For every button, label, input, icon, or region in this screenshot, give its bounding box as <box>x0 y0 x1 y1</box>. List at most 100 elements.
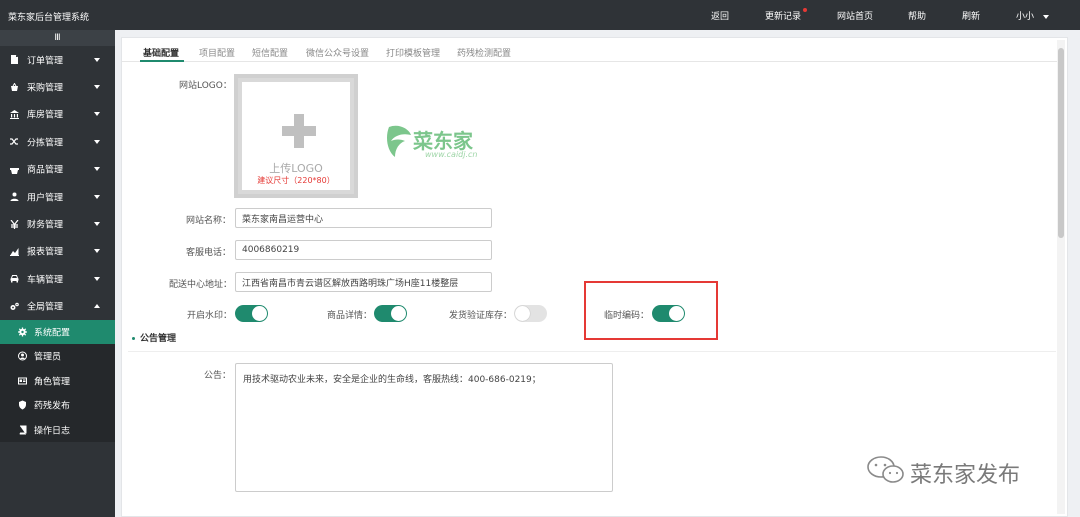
sidebar-item-label: 商品管理 <box>27 165 64 176</box>
stock-verify-toggle[interactable] <box>514 305 547 322</box>
watermark-toggle-label: 开启水印： <box>187 311 233 321</box>
car-icon <box>9 274 19 284</box>
sidebar-item-products[interactable]: 商品管理 <box>0 156 115 183</box>
chevron-down-icon <box>94 167 100 172</box>
chart-icon <box>9 246 19 256</box>
chevron-down-icon <box>1043 14 1050 19</box>
id-card-icon <box>18 376 27 385</box>
phone-input[interactable] <box>235 240 492 260</box>
logo-upload-button[interactable]: 上传LOGO 建议尺寸（220*80） <box>234 74 358 198</box>
bank-icon <box>9 109 19 119</box>
users-icon <box>9 192 19 202</box>
logo-url-text: www.caidj.cn <box>425 150 478 159</box>
top-bar: 菜东家后台管理系统 返回 更新记录 网站首页 帮助 刷新 小小 <box>0 0 1080 30</box>
sidebar-submenu-global: 系统配置 管理员 角色管理 药残发布 操作日志 <box>0 319 115 442</box>
watermark-text: 菜东家发布 <box>910 463 1021 488</box>
chevron-down-icon <box>94 112 100 117</box>
chevron-down-icon <box>94 85 100 90</box>
sidebar-item-label: 库房管理 <box>27 110 64 121</box>
main-panel: 基础配置 项目配置 短信配置 微信公众号设置 打印模板管理 药残检测配置 网站L… <box>121 37 1068 517</box>
chevron-down-icon <box>94 194 100 199</box>
chevron-down-icon <box>94 139 100 144</box>
stock-verify-toggle-label: 发货验证库存： <box>449 311 513 321</box>
upload-size-hint: 建议尺寸（220*80） <box>257 176 335 185</box>
sidebar-item-finance[interactable]: 财务管理 <box>0 210 115 237</box>
chevron-up-icon <box>94 304 100 309</box>
sidebar-item-global[interactable]: 全局管理 <box>0 293 115 320</box>
chevron-down-icon <box>94 249 100 254</box>
notice-label: 公告： <box>204 371 232 381</box>
sidebar-item-logs[interactable]: 操作日志 <box>0 417 115 441</box>
bullet-icon <box>132 337 135 340</box>
basket-icon <box>9 164 19 174</box>
chevron-down-icon <box>94 276 100 281</box>
user-menu[interactable]: 小小 <box>1016 9 1050 22</box>
scrollbar[interactable] <box>1057 40 1065 514</box>
tab-project-config[interactable]: 项目配置 <box>199 46 235 59</box>
sidebar-item-vehicles[interactable]: 车辆管理 <box>0 265 115 292</box>
back-link[interactable]: 返回 <box>711 9 729 22</box>
sidebar-item-roles[interactable]: 角色管理 <box>0 369 115 393</box>
gears-icon <box>9 301 19 311</box>
sidebar-item-purchase[interactable]: 采购管理 <box>0 73 115 100</box>
sidebar-item-sorting[interactable]: 分拣管理 <box>0 128 115 155</box>
sidebar-item-users[interactable]: 用户管理 <box>0 183 115 210</box>
sidebar-item-label: 订单管理 <box>27 56 64 67</box>
leaf-logo-icon <box>387 125 411 157</box>
gear-icon <box>18 327 27 337</box>
chevron-down-icon <box>94 57 100 62</box>
tab-wechat-settings[interactable]: 微信公众号设置 <box>306 46 369 59</box>
notice-textarea[interactable]: 用技术驱动农业未来，安全是企业的生命线，客服热线：400-686-0219； <box>235 363 613 492</box>
section-divider <box>128 351 1056 352</box>
temp-code-toggle[interactable] <box>652 305 685 322</box>
sidebar-item-orders[interactable]: 订单管理 <box>0 46 115 73</box>
tab-pesticide-config[interactable]: 药残检测配置 <box>457 46 511 59</box>
sidebar-item-label: 车辆管理 <box>27 275 64 286</box>
phone-label: 客服电话： <box>186 248 232 258</box>
user-circle-icon <box>18 351 27 361</box>
sidebar-toggle-button[interactable]: Ⅲ <box>0 30 115 46</box>
address-label: 配送中心地址： <box>169 280 233 290</box>
scrollbar-thumb[interactable] <box>1058 48 1064 238</box>
notification-dot <box>803 8 807 12</box>
site-logo-preview: 菜东家 www.caidj.cn <box>385 123 515 163</box>
product-detail-toggle[interactable] <box>374 305 407 322</box>
cart-icon <box>9 82 19 92</box>
sidebar-item-pesticide[interactable]: 药残发布 <box>0 393 115 417</box>
watermark-toggle[interactable] <box>235 305 268 322</box>
book-icon <box>18 425 27 435</box>
wechat-icon <box>867 456 904 483</box>
help-link[interactable]: 帮助 <box>908 9 926 22</box>
user-name: 小小 <box>1016 12 1035 22</box>
sidebar-item-system-config[interactable]: 系统配置 <box>0 319 115 345</box>
tab-print-templates[interactable]: 打印模板管理 <box>386 46 440 59</box>
sidebar-item-label: 系统配置 <box>34 328 71 339</box>
active-tab-indicator <box>140 60 184 62</box>
update-log-link[interactable]: 更新记录 <box>765 9 801 22</box>
sidebar-item-reports[interactable]: 报表管理 <box>0 238 115 265</box>
tab-sms-config[interactable]: 短信配置 <box>252 46 288 59</box>
sidebar-item-label: 全局管理 <box>27 302 64 313</box>
sidebar: Ⅲ 订单管理 采购管理 库房管理 分拣管理 商品管理 用户管理 财务管理 报表管… <box>0 30 115 517</box>
product-detail-toggle-label: 商品详情： <box>327 311 373 321</box>
site-home-link[interactable]: 网站首页 <box>837 9 873 22</box>
sidebar-item-label: 采购管理 <box>27 83 64 94</box>
upload-text: 上传LOGO <box>269 162 323 175</box>
tab-basic-config[interactable]: 基础配置 <box>143 46 179 59</box>
file-icon <box>9 55 19 65</box>
sidebar-item-label: 角色管理 <box>34 377 71 388</box>
address-input[interactable] <box>235 272 492 292</box>
chevron-down-icon <box>94 222 100 227</box>
shuffle-icon <box>9 137 19 147</box>
app-title: 菜东家后台管理系统 <box>8 13 90 23</box>
sidebar-item-label: 财务管理 <box>27 220 64 231</box>
sidebar-item-admins[interactable]: 管理员 <box>0 344 115 368</box>
sidebar-item-label: 管理员 <box>34 352 62 363</box>
site-name-input[interactable] <box>235 208 492 228</box>
wechat-watermark: 菜东家发布 <box>866 452 1056 488</box>
sidebar-item-warehouse[interactable]: 库房管理 <box>0 101 115 128</box>
refresh-link[interactable]: 刷新 <box>962 9 980 22</box>
config-tabs: 基础配置 项目配置 短信配置 微信公众号设置 打印模板管理 药残检测配置 <box>122 38 1057 62</box>
sidebar-item-label: 用户管理 <box>27 193 64 204</box>
logo-label: 网站LOGO： <box>179 81 232 91</box>
